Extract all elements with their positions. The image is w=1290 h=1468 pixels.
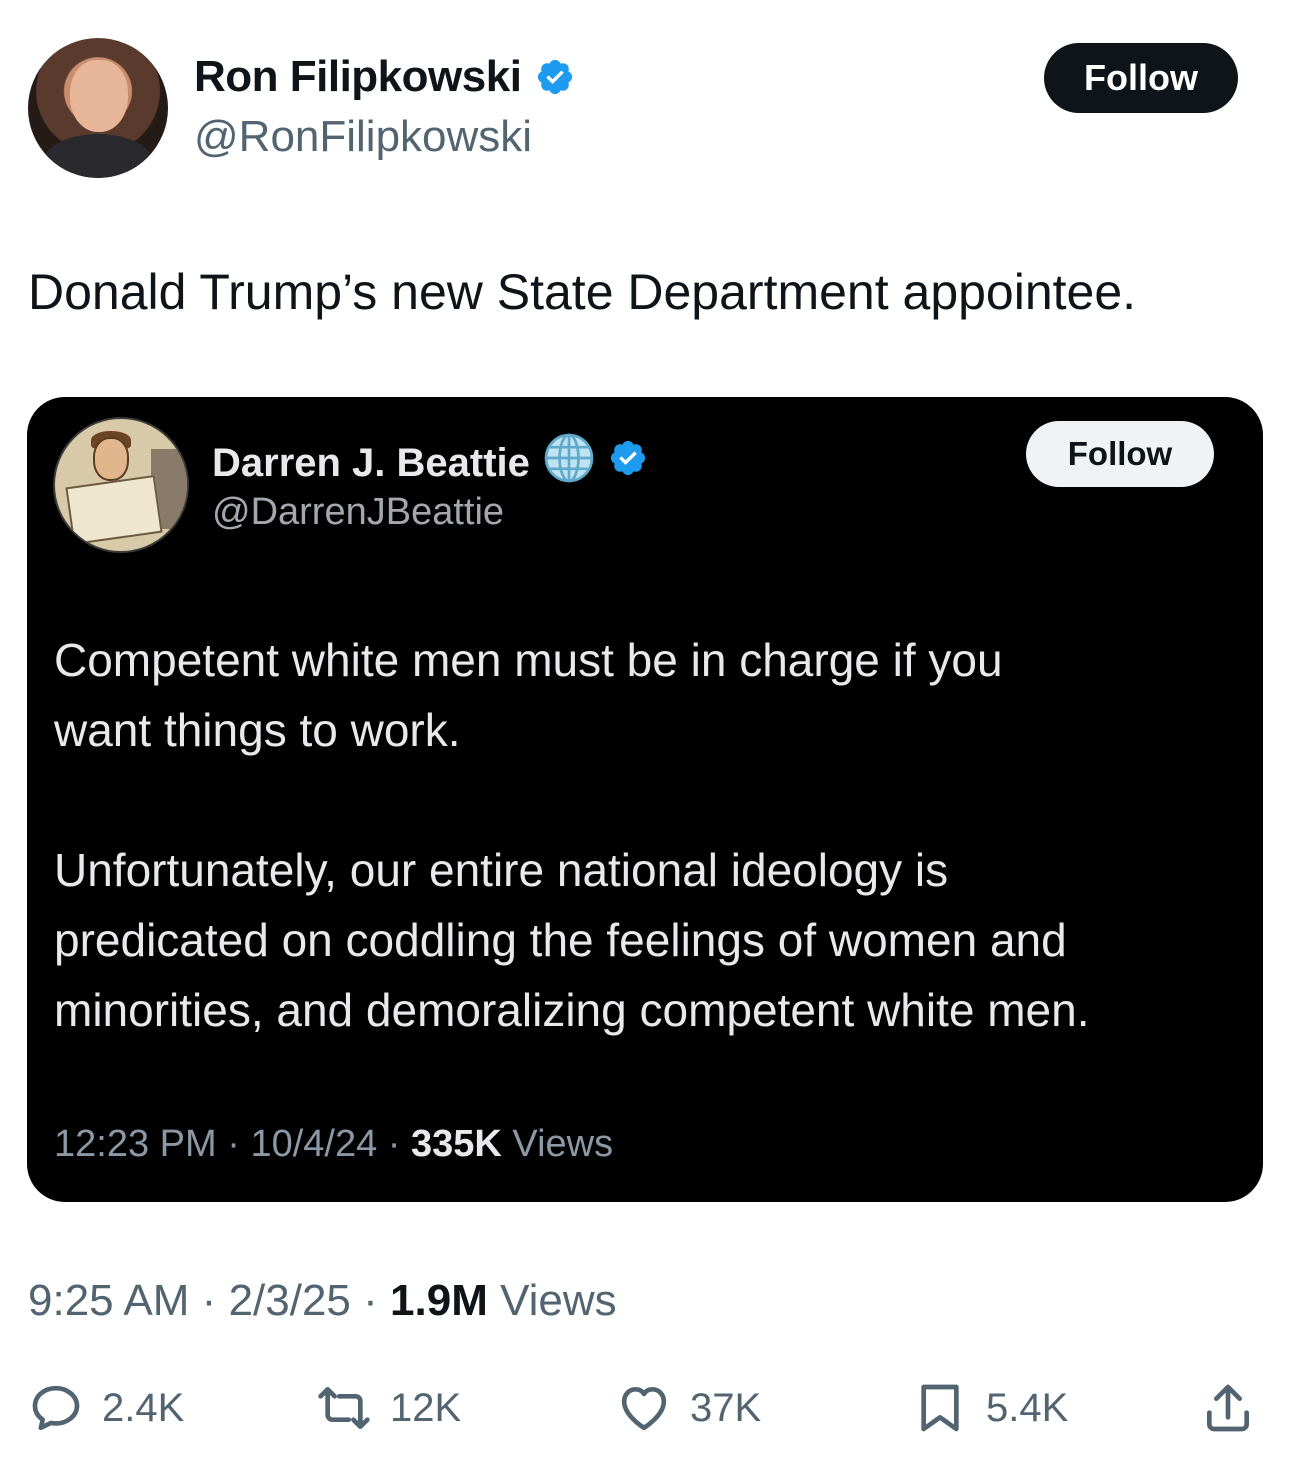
quoted-date: 10/4/24 xyxy=(250,1123,378,1165)
author-avatar[interactable] xyxy=(28,38,168,178)
tweet-meta: 9:25 AM · 2/3/25 · 1.9M Views xyxy=(28,1276,617,1326)
reply-count: 2.4K xyxy=(102,1385,185,1430)
quoted-author-handle: @DarrenJBeattie xyxy=(212,491,505,533)
quoted-text-line: predicated on coddling the feelings of w… xyxy=(54,914,1067,966)
quoted-tweet-meta: 12:23 PM · 10/4/24 · 335K Views xyxy=(54,1123,613,1166)
separator-dot: · xyxy=(363,1276,378,1325)
bookmark-button[interactable]: 5.4K xyxy=(912,1370,1068,1446)
tweet-time[interactable]: 9:25 AM xyxy=(28,1276,189,1325)
separator-dot: · xyxy=(201,1276,217,1325)
quoted-text-line: minorities, and demoralizing competent w… xyxy=(54,984,1090,1036)
quoted-tweet-text: Competent white men must be in charge if… xyxy=(54,625,1244,1045)
repost-button[interactable]: 12K xyxy=(316,1370,461,1446)
repost-count: 12K xyxy=(390,1385,462,1430)
separator-dot: · xyxy=(387,1123,401,1165)
tweet-date[interactable]: 2/3/25 xyxy=(229,1276,351,1325)
quoted-name-row: Darren J. Beattie xyxy=(212,431,648,495)
quoted-author-avatar xyxy=(53,417,189,553)
author-name[interactable]: Ron Filipkowski xyxy=(194,52,522,102)
globe-icon xyxy=(542,431,596,495)
like-button[interactable]: 37K xyxy=(616,1370,761,1446)
repost-icon xyxy=(318,1387,370,1429)
verified-badge-icon xyxy=(608,438,648,488)
like-count: 37K xyxy=(690,1385,762,1430)
bookmark-count: 5.4K xyxy=(986,1385,1069,1430)
author-name-row[interactable]: Ron Filipkowski xyxy=(194,52,575,102)
quoted-text-line: want things to work. xyxy=(54,704,461,756)
quoted-author-name: Darren J. Beattie xyxy=(212,440,530,485)
views-count[interactable]: 1.9M xyxy=(390,1276,488,1325)
bookmark-icon xyxy=(921,1384,959,1432)
quoted-follow-button: Follow xyxy=(1026,421,1214,487)
heart-icon xyxy=(621,1387,667,1431)
reply-icon xyxy=(32,1385,80,1431)
quoted-views-label: Views xyxy=(512,1123,614,1165)
author-handle[interactable]: @RonFilipkowski xyxy=(194,112,532,162)
tweet-view: Ron Filipkowski @RonFilipkowski Follow D… xyxy=(0,0,1290,1468)
action-bar: 2.4K 12K 37K 5.4K xyxy=(0,1370,1290,1450)
quoted-text-line: Unfortunately, our entire national ideol… xyxy=(54,844,949,896)
quoted-time: 12:23 PM xyxy=(54,1123,217,1165)
avatar-shirt xyxy=(42,134,154,178)
avatar-head xyxy=(93,437,129,481)
quoted-text-line: Competent white men must be in charge if… xyxy=(54,634,1003,686)
avatar-face xyxy=(70,60,128,132)
avatar-book xyxy=(65,475,163,545)
views-label[interactable]: Views xyxy=(500,1276,617,1325)
share-button[interactable] xyxy=(1200,1370,1256,1446)
separator-dot: · xyxy=(227,1123,240,1165)
quoted-tweet-image[interactable]: Darren J. Beattie @DarrenJBeattie Follow… xyxy=(27,397,1263,1202)
quoted-views-count: 335K xyxy=(411,1123,502,1165)
tweet-text: Donald Trump’s new State Department appo… xyxy=(28,264,1137,320)
share-icon xyxy=(1207,1384,1249,1432)
follow-button[interactable]: Follow xyxy=(1044,43,1238,113)
verified-badge-icon xyxy=(535,57,575,97)
reply-button[interactable]: 2.4K xyxy=(28,1370,184,1446)
